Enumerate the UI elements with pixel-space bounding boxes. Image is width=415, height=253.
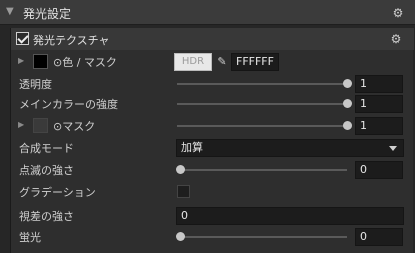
mask-row: ▶ ⊙マスク 1 — [11, 116, 414, 135]
blink-strength-slider-knob[interactable] — [176, 165, 185, 174]
expand-arrow-icon[interactable]: ▶ — [18, 120, 24, 129]
eyedropper-icon[interactable]: ✎ — [214, 54, 230, 70]
main-color-strength-slider-track[interactable] — [177, 103, 347, 105]
blink-strength-slider-track[interactable] — [177, 169, 347, 171]
color-mask-row: ▶ ⊙色 / マスク HDR ✎ FFFFFF — [11, 52, 414, 71]
main-color-strength-input[interactable]: 1 — [355, 95, 403, 113]
transparency-row: 透明度 1 — [11, 74, 414, 93]
blend-mode-row: 合成モード 加算 — [11, 138, 414, 157]
parallax-strength-row: 視差の強さ 0 — [11, 206, 414, 225]
main-color-strength-slider-knob[interactable] — [343, 99, 352, 108]
transparency-slider-knob[interactable] — [343, 79, 352, 88]
hdr-color-button[interactable]: HDR — [174, 53, 212, 71]
gradation-label: グラデーション — [19, 186, 96, 199]
fluorescence-label: 蛍光 — [19, 231, 41, 244]
fluorescence-slider-track[interactable] — [177, 236, 347, 238]
emission-texture-panel: 発光テクスチャ ⚙ ▶ ⊙色 / マスク HDR ✎ FFFFFF 透明度 1 … — [10, 28, 414, 253]
parallax-strength-label: 視差の強さ — [19, 210, 74, 223]
blink-strength-input[interactable]: 0 — [355, 161, 403, 179]
chevron-down-icon — [389, 146, 397, 151]
fluorescence-row: 蛍光 0 — [11, 227, 414, 246]
collapse-arrow-icon[interactable]: ▼ — [6, 6, 14, 17]
color-mask-label: ⊙色 / マスク — [53, 56, 117, 69]
subsection-header: 発光テクスチャ ⚙ — [11, 28, 414, 50]
blink-strength-label: 点滅の強さ — [19, 164, 74, 177]
fluorescence-slider-knob[interactable] — [176, 232, 185, 241]
enable-emission-texture-checkbox[interactable] — [16, 32, 29, 45]
main-color-strength-label: メインカラーの強度 — [19, 98, 118, 111]
hex-color-input[interactable]: FFFFFF — [231, 53, 279, 71]
gear-icon[interactable]: ⚙ — [389, 32, 403, 46]
mask-input[interactable]: 1 — [355, 117, 403, 135]
section-title: 発光設定 — [23, 7, 72, 21]
blink-strength-row: 点滅の強さ 0 — [11, 160, 414, 179]
subsection-title: 発光テクスチャ — [33, 34, 110, 47]
transparency-slider-track[interactable] — [177, 83, 347, 85]
parallax-strength-input[interactable]: 0 — [176, 207, 404, 225]
transparency-label: 透明度 — [19, 78, 52, 91]
blend-mode-select[interactable]: 加算 — [176, 139, 404, 157]
main-color-strength-row: メインカラーの強度 1 — [11, 94, 414, 113]
mask-slider-track[interactable] — [177, 125, 347, 127]
gradation-row: グラデーション — [11, 182, 414, 201]
expand-arrow-icon[interactable]: ▶ — [18, 56, 24, 65]
texture-swatch[interactable] — [33, 54, 48, 69]
blend-mode-value: 加算 — [181, 141, 203, 154]
section-header-emission[interactable]: ▼ 発光設定 ⚙ — [0, 0, 415, 25]
blend-mode-label: 合成モード — [19, 142, 74, 155]
mask-texture-swatch[interactable] — [33, 118, 48, 133]
fluorescence-input[interactable]: 0 — [355, 228, 403, 246]
mask-label: ⊙マスク — [53, 120, 96, 133]
gradation-checkbox[interactable] — [177, 185, 190, 198]
transparency-input[interactable]: 1 — [355, 75, 403, 93]
mask-slider-knob[interactable] — [343, 121, 352, 130]
gear-icon[interactable]: ⚙ — [391, 6, 405, 20]
